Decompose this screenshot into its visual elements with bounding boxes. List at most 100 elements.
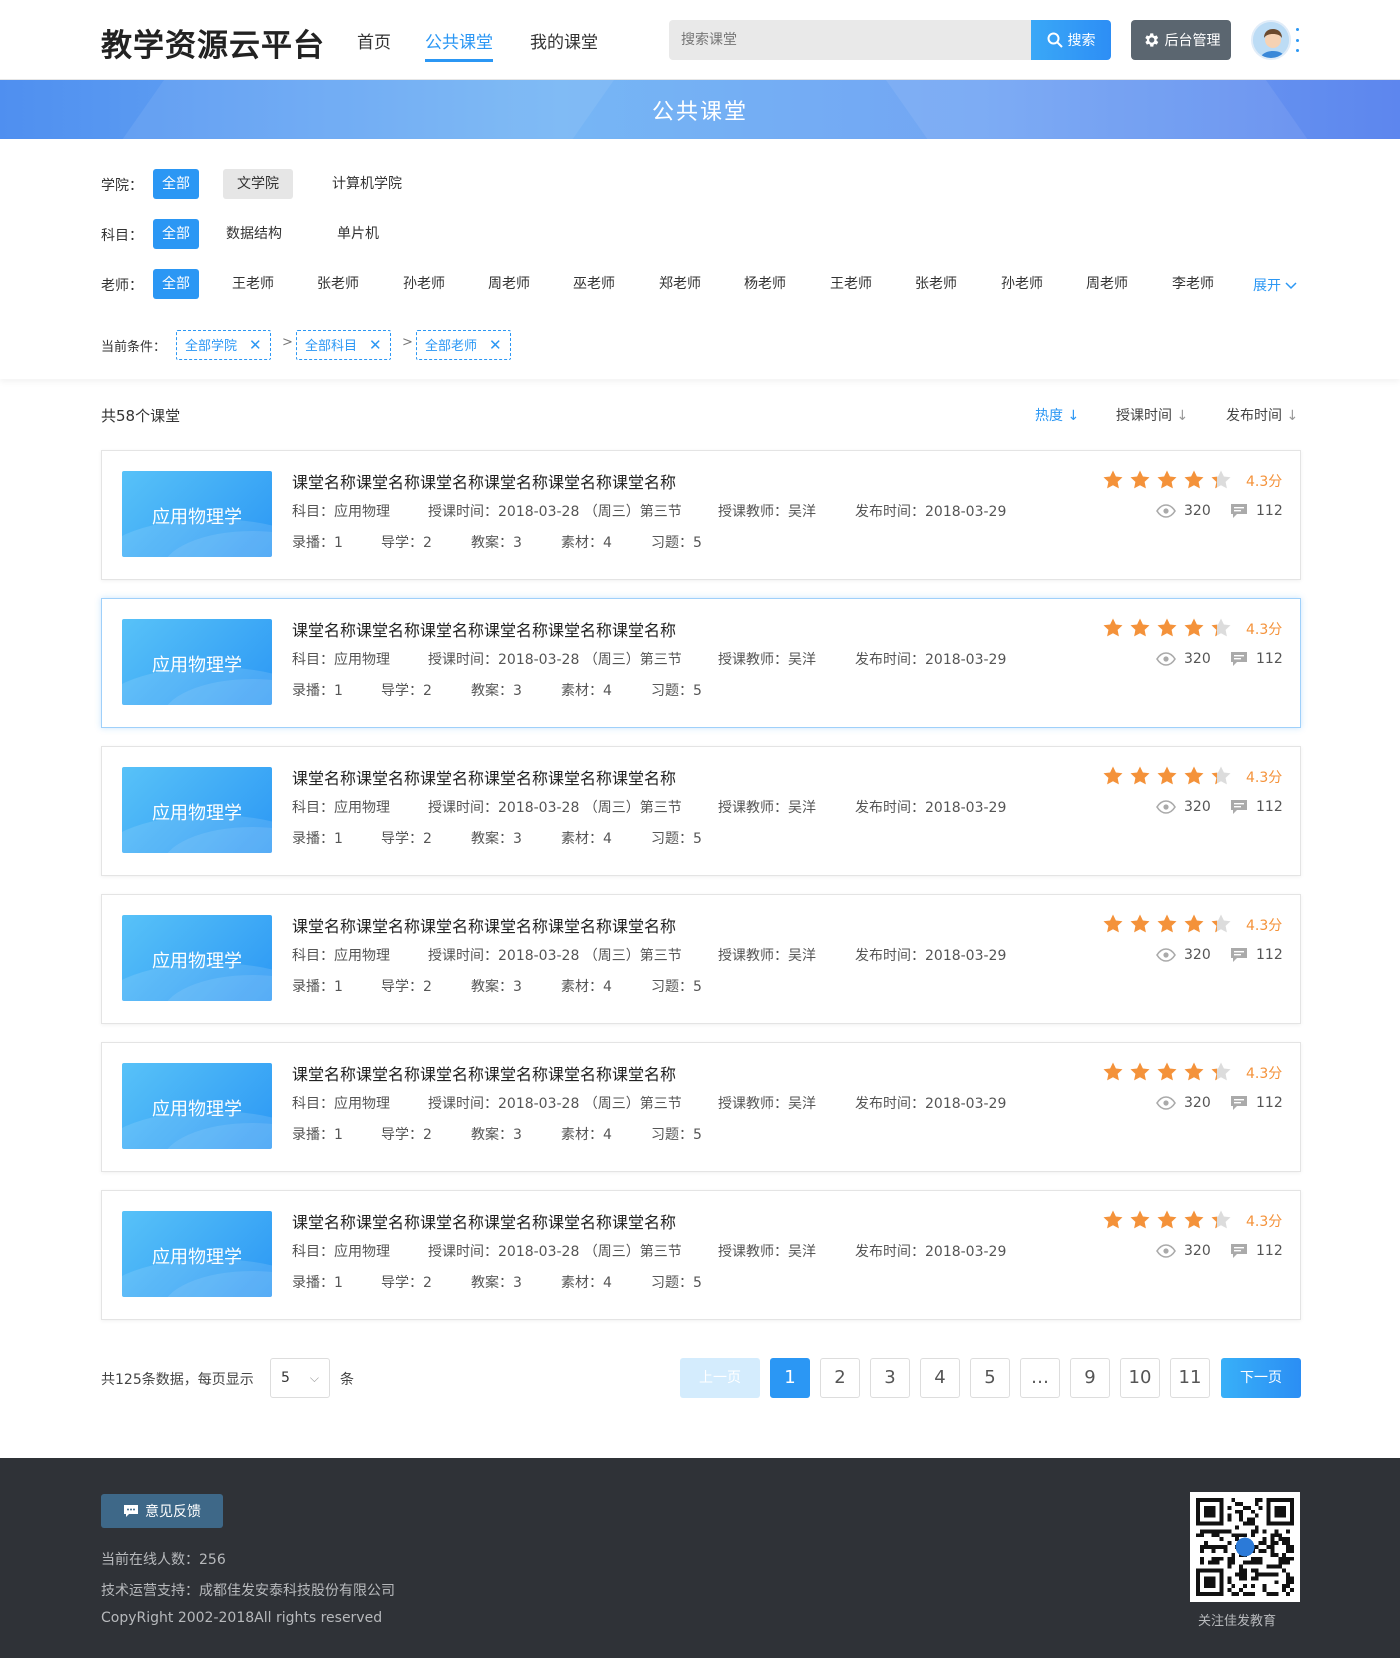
- course-subject: 科目：应用物理: [292, 1244, 390, 1260]
- college-chip-computer[interactable]: 计算机学院: [323, 169, 411, 199]
- teacher-chip[interactable]: 郑老师: [650, 269, 710, 299]
- page-button[interactable]: 3: [870, 1358, 910, 1398]
- star-icon: [1211, 914, 1231, 933]
- page-button[interactable]: 4: [920, 1358, 960, 1398]
- close-icon[interactable]: ✕: [489, 336, 502, 354]
- page-button[interactable]: 10: [1120, 1358, 1160, 1398]
- avatar[interactable]: [1251, 20, 1291, 60]
- page-ellipsis[interactable]: …: [1020, 1358, 1060, 1398]
- course-thumbnail[interactable]: 应用物理学: [122, 1063, 272, 1149]
- course-subject: 科目：应用物理: [292, 652, 390, 668]
- course-exercise-count: 习题：5: [651, 1275, 702, 1291]
- comment-count: 112: [1230, 1243, 1283, 1259]
- course-card[interactable]: 应用物理学 课堂名称课堂名称课堂名称课堂名称课堂名称课堂名称 科目：应用物理 授课时间…: [101, 746, 1301, 876]
- close-icon[interactable]: ✕: [249, 336, 262, 354]
- teacher-chip[interactable]: 张老师: [308, 269, 368, 299]
- condition-tag-teacher[interactable]: 全部老师 ✕: [416, 330, 511, 360]
- page-size-select[interactable]: 5 ⌵: [270, 1358, 330, 1398]
- page-button[interactable]: 5: [970, 1358, 1010, 1398]
- course-card[interactable]: 应用物理学 课堂名称课堂名称课堂名称课堂名称课堂名称课堂名称 科目：应用物理 授课时间…: [101, 1042, 1301, 1172]
- college-chip-all[interactable]: 全部: [153, 169, 199, 199]
- course-title[interactable]: 课堂名称课堂名称课堂名称课堂名称课堂名称课堂名称: [292, 765, 676, 789]
- next-page-button[interactable]: 下一页: [1221, 1358, 1301, 1398]
- condition-tag-college[interactable]: 全部学院 ✕: [176, 330, 271, 360]
- teacher-chip[interactable]: 王老师: [223, 269, 283, 299]
- teacher-chip[interactable]: 张老师: [906, 269, 966, 299]
- course-thumbnail[interactable]: 应用物理学: [122, 471, 272, 557]
- course-material-count: 素材：4: [561, 831, 612, 847]
- comment-icon: [1231, 1244, 1247, 1258]
- page-button[interactable]: 1: [770, 1358, 810, 1398]
- star-icon: [1157, 1062, 1177, 1081]
- course-title[interactable]: 课堂名称课堂名称课堂名称课堂名称课堂名称课堂名称: [292, 1061, 676, 1085]
- teacher-chip[interactable]: 杨老师: [735, 269, 795, 299]
- course-thumbnail[interactable]: 应用物理学: [122, 915, 272, 1001]
- teacher-chip[interactable]: 巫老师: [564, 269, 624, 299]
- view-count: 320: [1156, 503, 1211, 519]
- page-button[interactable]: 11: [1170, 1358, 1210, 1398]
- course-card[interactable]: 应用物理学 课堂名称课堂名称课堂名称课堂名称课堂名称课堂名称科目：应用物理 授课时间…: [101, 598, 1301, 728]
- course-card[interactable]: 应用物理学 课堂名称课堂名称课堂名称课堂名称课堂名称课堂名称 科目：应用物理 授课时间…: [101, 450, 1301, 580]
- course-publish-time: 发布时间：2018-03-29: [855, 1244, 1007, 1260]
- admin-button[interactable]: 后台管理: [1131, 20, 1231, 60]
- college-chip-literature[interactable]: 文学院: [223, 169, 293, 199]
- site-logo[interactable]: 教学资源云平台: [101, 20, 325, 65]
- teacher-chip[interactable]: 王老师: [821, 269, 881, 299]
- star-icon: [1184, 1062, 1204, 1081]
- course-subject: 科目：应用物理: [292, 504, 390, 520]
- comment-icon: [1231, 948, 1247, 962]
- course-card[interactable]: 应用物理学 课堂名称课堂名称课堂名称课堂名称课堂名称课堂名称 科目：应用物理 授课时间…: [101, 1190, 1301, 1320]
- sort-lesson-time[interactable]: 授课时间 ↓: [1116, 405, 1188, 425]
- page-button[interactable]: 9: [1070, 1358, 1110, 1398]
- sort-publish-time[interactable]: 发布时间 ↓: [1226, 405, 1298, 425]
- teacher-chip-all[interactable]: 全部: [153, 269, 199, 299]
- teacher-chip[interactable]: 李老师: [1163, 269, 1223, 299]
- course-teacher: 授课教师：吴洋: [718, 652, 816, 668]
- view-count: 320: [1156, 799, 1211, 815]
- course-plan-count: 教案：3: [471, 535, 522, 551]
- teacher-chip[interactable]: 周老师: [1077, 269, 1137, 299]
- expand-button[interactable]: 展开: [1253, 275, 1297, 295]
- page-button[interactable]: 2: [820, 1358, 860, 1398]
- prev-page-button[interactable]: 上一页: [680, 1358, 760, 1398]
- course-thumbnail[interactable]: 应用物理学: [122, 767, 272, 853]
- feedback-button[interactable]: 意见反馈: [101, 1494, 223, 1528]
- thumbnail-label: 应用物理学: [152, 1247, 242, 1268]
- chevron-down-icon: ⌵: [309, 1371, 319, 1385]
- sort-popularity[interactable]: 热度 ↓: [1035, 405, 1079, 425]
- more-icon[interactable]: [1294, 28, 1300, 52]
- teacher-chip[interactable]: 周老师: [479, 269, 539, 299]
- subject-chip-data-structure[interactable]: 数据结构: [217, 219, 291, 249]
- nav-public-class[interactable]: 公共课堂: [425, 28, 493, 62]
- search-button[interactable]: 搜索: [1031, 20, 1111, 60]
- rating-stars: [1102, 1061, 1232, 1083]
- comment-icon: [1231, 504, 1247, 518]
- eye-icon: [1156, 1244, 1176, 1258]
- course-card[interactable]: 应用物理学 课堂名称课堂名称课堂名称课堂名称课堂名称课堂名称 科目：应用物理 授课时间…: [101, 894, 1301, 1024]
- nav-my-class[interactable]: 我的课堂: [530, 28, 598, 62]
- subject-chip-all[interactable]: 全部: [153, 219, 199, 249]
- condition-tag-subject[interactable]: 全部科目 ✕: [296, 330, 391, 360]
- teacher-chip[interactable]: 孙老师: [992, 269, 1052, 299]
- search-input[interactable]: [669, 20, 1031, 60]
- course-title[interactable]: 课堂名称课堂名称课堂名称课堂名称课堂名称课堂名称: [292, 617, 676, 641]
- star-icon: [1130, 914, 1150, 933]
- course-thumbnail[interactable]: 应用物理学: [122, 1211, 272, 1297]
- course-subject: 科目：应用物理: [292, 1096, 390, 1112]
- comment-count-value: 112: [1256, 651, 1283, 667]
- course-title[interactable]: 课堂名称课堂名称课堂名称课堂名称课堂名称课堂名称: [292, 913, 676, 937]
- course-exercise-count: 习题：5: [651, 831, 702, 847]
- course-thumbnail[interactable]: 应用物理学: [122, 619, 272, 705]
- star-icon: [1211, 618, 1231, 637]
- comment-icon: [1231, 1096, 1247, 1110]
- teacher-chip[interactable]: 孙老师: [394, 269, 454, 299]
- course-title[interactable]: 课堂名称课堂名称课堂名称课堂名称课堂名称课堂名称: [292, 469, 676, 493]
- subject-chip-mcu[interactable]: 单片机: [328, 219, 388, 249]
- eye-icon: [1156, 800, 1176, 814]
- course-lesson-time: 授课时间：2018-03-28 （周三）第三节: [428, 652, 682, 668]
- close-icon[interactable]: ✕: [369, 336, 382, 354]
- star-icon: [1103, 470, 1123, 489]
- view-count-value: 320: [1184, 799, 1211, 815]
- course-title[interactable]: 课堂名称课堂名称课堂名称课堂名称课堂名称课堂名称: [292, 1209, 676, 1233]
- nav-home[interactable]: 首页: [357, 28, 391, 62]
